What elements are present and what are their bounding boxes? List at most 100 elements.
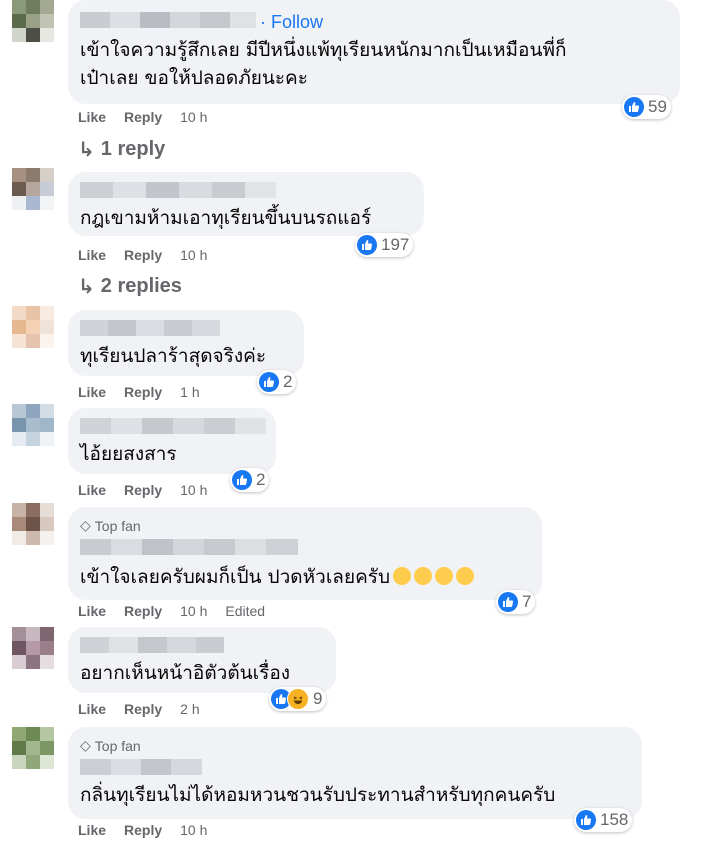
comment-actions: Like Reply 10 h Edited xyxy=(78,603,283,619)
like-button[interactable]: Like xyxy=(78,701,106,717)
commenter-name[interactable] xyxy=(80,759,202,775)
follow-label[interactable]: Follow xyxy=(271,12,323,32)
timestamp[interactable]: 10 h xyxy=(180,247,207,263)
comment-text: เข้าใจความรู้สึกเลย มีปีหนึ่งแพ้ทุเรียนห… xyxy=(80,36,566,92)
reaction-number: 158 xyxy=(600,810,629,829)
reply-button[interactable]: Reply xyxy=(124,701,162,717)
top-fan-label: Top fan xyxy=(94,517,141,534)
reply-button[interactable]: Reply xyxy=(124,109,162,125)
reaction-count[interactable]: 2 xyxy=(257,370,297,394)
view-replies-button[interactable]: ↳ 2 replies xyxy=(78,274,182,299)
replies-label[interactable]: 2 replies xyxy=(101,275,182,298)
reply-button[interactable]: Reply xyxy=(124,482,162,498)
comment-actions: Like Reply 10 h xyxy=(78,822,225,838)
timestamp[interactable]: 10 h xyxy=(180,822,207,838)
avatar[interactable] xyxy=(12,627,54,669)
reaction-number: 7 xyxy=(522,592,532,611)
comment-bubble: อยากเห็นหน้าอิตัวต้นเรื่อง xyxy=(68,627,336,693)
avatar[interactable] xyxy=(12,168,54,210)
reaction-count[interactable]: 2 xyxy=(230,468,270,492)
reply-arrow-icon: ↳ xyxy=(78,276,95,298)
top-fan-badge[interactable]: ◇ Top fan xyxy=(80,517,141,534)
comment-bubble: ไอ้ยยสงสาร xyxy=(68,408,276,474)
like-reaction-icon xyxy=(259,372,279,392)
commenter-name[interactable] xyxy=(80,539,298,555)
avatar[interactable] xyxy=(12,404,54,446)
avatar[interactable] xyxy=(12,727,54,769)
reaction-number: 2 xyxy=(283,372,293,391)
reaction-count[interactable]: 59 xyxy=(622,95,671,119)
top-fan-badge[interactable]: ◇ Top fan xyxy=(80,737,141,754)
commenter-name[interactable] xyxy=(80,12,256,28)
haha-reaction-icon xyxy=(287,688,309,710)
comment-actions: Like Reply 10 h xyxy=(78,247,225,263)
comment-text: อยากเห็นหน้าอิตัวต้นเรื่อง xyxy=(80,659,290,687)
reaction-count[interactable]: 7 xyxy=(496,590,536,614)
comment-line: เข้าใจเลยครับผมก็เป็น ปวดหัวเลยครับ xyxy=(80,566,391,588)
comment-line: ไอ้ยยสงสาร xyxy=(80,443,177,465)
comment-bubble: กฎเขามห้ามเอาทุเรียนขึ้นบนรถแอร์ xyxy=(68,172,424,236)
reply-button[interactable]: Reply xyxy=(124,603,162,619)
comment-bubble: ◇ Top fan เข้าใจเลยครับผมก็เป็น ปวดหัวเล… xyxy=(68,507,542,600)
comment-actions: Like Reply 10 h xyxy=(78,109,225,125)
timestamp[interactable]: 10 h xyxy=(180,603,207,619)
avatar[interactable] xyxy=(12,306,54,348)
commenter-name[interactable] xyxy=(80,637,224,653)
timestamp[interactable]: 10 h xyxy=(180,109,207,125)
avatar[interactable] xyxy=(12,503,54,545)
comment-line: เป๋าเลย ขอให้ปลอดภัยนะคะ xyxy=(80,67,308,89)
diamond-icon: ◇ xyxy=(80,737,91,753)
view-replies-button[interactable]: ↳ 1 reply xyxy=(78,137,165,162)
reaction-count[interactable]: 9 xyxy=(269,687,327,711)
replies-label[interactable]: 1 reply xyxy=(101,138,165,161)
comment-line: กฎเขามห้ามเอาทุเรียนขึ้นบนรถแอร์ xyxy=(80,207,372,229)
timestamp[interactable]: 1 h xyxy=(180,384,199,400)
like-reaction-icon xyxy=(232,470,252,490)
comment-text: กลิ่นทุเรียนไม่ได้หอมหวนชวนรับประทานสำหร… xyxy=(80,781,555,809)
reaction-number: 9 xyxy=(313,689,323,708)
diamond-icon: ◇ xyxy=(80,517,91,533)
reaction-number: 197 xyxy=(381,235,410,254)
like-button[interactable]: Like xyxy=(78,822,106,838)
edited-label[interactable]: Edited xyxy=(225,603,265,619)
grinning-sweat-emoji xyxy=(390,566,475,588)
comment-actions: Like Reply 2 h xyxy=(78,701,218,717)
comment-bubble: ◇ Top fan กลิ่นทุเรียนไม่ได้หอมหวนชวนรับ… xyxy=(68,727,642,819)
reaction-number: 59 xyxy=(648,97,667,116)
timestamp[interactable]: 2 h xyxy=(180,701,199,717)
reply-arrow-icon: ↳ xyxy=(78,139,95,161)
follow-dot: · xyxy=(260,12,271,32)
reply-button[interactable]: Reply xyxy=(124,822,162,838)
commenter-name[interactable] xyxy=(80,320,220,336)
comment-actions: Like Reply 1 h xyxy=(78,384,218,400)
comment-text: ไอ้ยยสงสาร xyxy=(80,440,177,468)
like-button[interactable]: Like xyxy=(78,384,106,400)
comment-text: กฎเขามห้ามเอาทุเรียนขึ้นบนรถแอร์ xyxy=(80,204,371,232)
like-reaction-icon xyxy=(357,235,377,255)
commenter-name[interactable] xyxy=(80,418,266,434)
like-button[interactable]: Like xyxy=(78,247,106,263)
comment-actions: Like Reply 10 h xyxy=(78,482,225,498)
like-button[interactable]: Like xyxy=(78,482,106,498)
like-reaction-icon xyxy=(624,97,644,117)
like-button[interactable]: Like xyxy=(78,603,106,619)
comment-line: เข้าใจความรู้สึกเลย มีปีหนึ่งแพ้ทุเรียนห… xyxy=(80,39,567,61)
avatar[interactable] xyxy=(12,0,54,42)
like-button[interactable]: Like xyxy=(78,109,106,125)
reply-button[interactable]: Reply xyxy=(124,384,162,400)
comment-line: กลิ่นทุเรียนไม่ได้หอมหวนชวนรับประทานสำหร… xyxy=(80,784,556,806)
reaction-count[interactable]: 158 xyxy=(574,808,633,832)
reply-button[interactable]: Reply xyxy=(124,247,162,263)
top-fan-label: Top fan xyxy=(94,737,141,754)
commenter-name[interactable] xyxy=(80,182,276,198)
reaction-count[interactable]: 197 xyxy=(355,233,414,257)
reaction-number: 2 xyxy=(256,470,266,489)
comment-line: ทุเรียนปลาร้าสุดจริงค่ะ xyxy=(80,345,267,367)
comment-text: ทุเรียนปลาร้าสุดจริงค่ะ xyxy=(80,342,266,370)
like-reaction-icon xyxy=(576,810,596,830)
timestamp[interactable]: 10 h xyxy=(180,482,207,498)
follow-link[interactable]: · Follow xyxy=(260,12,323,33)
comment-bubble: ทุเรียนปลาร้าสุดจริงค่ะ xyxy=(68,310,304,376)
comment-bubble: · Follow เข้าใจความรู้สึกเลย มีปีหนึ่งแพ… xyxy=(68,0,680,104)
comment-line: อยากเห็นหน้าอิตัวต้นเรื่อง xyxy=(80,662,291,684)
